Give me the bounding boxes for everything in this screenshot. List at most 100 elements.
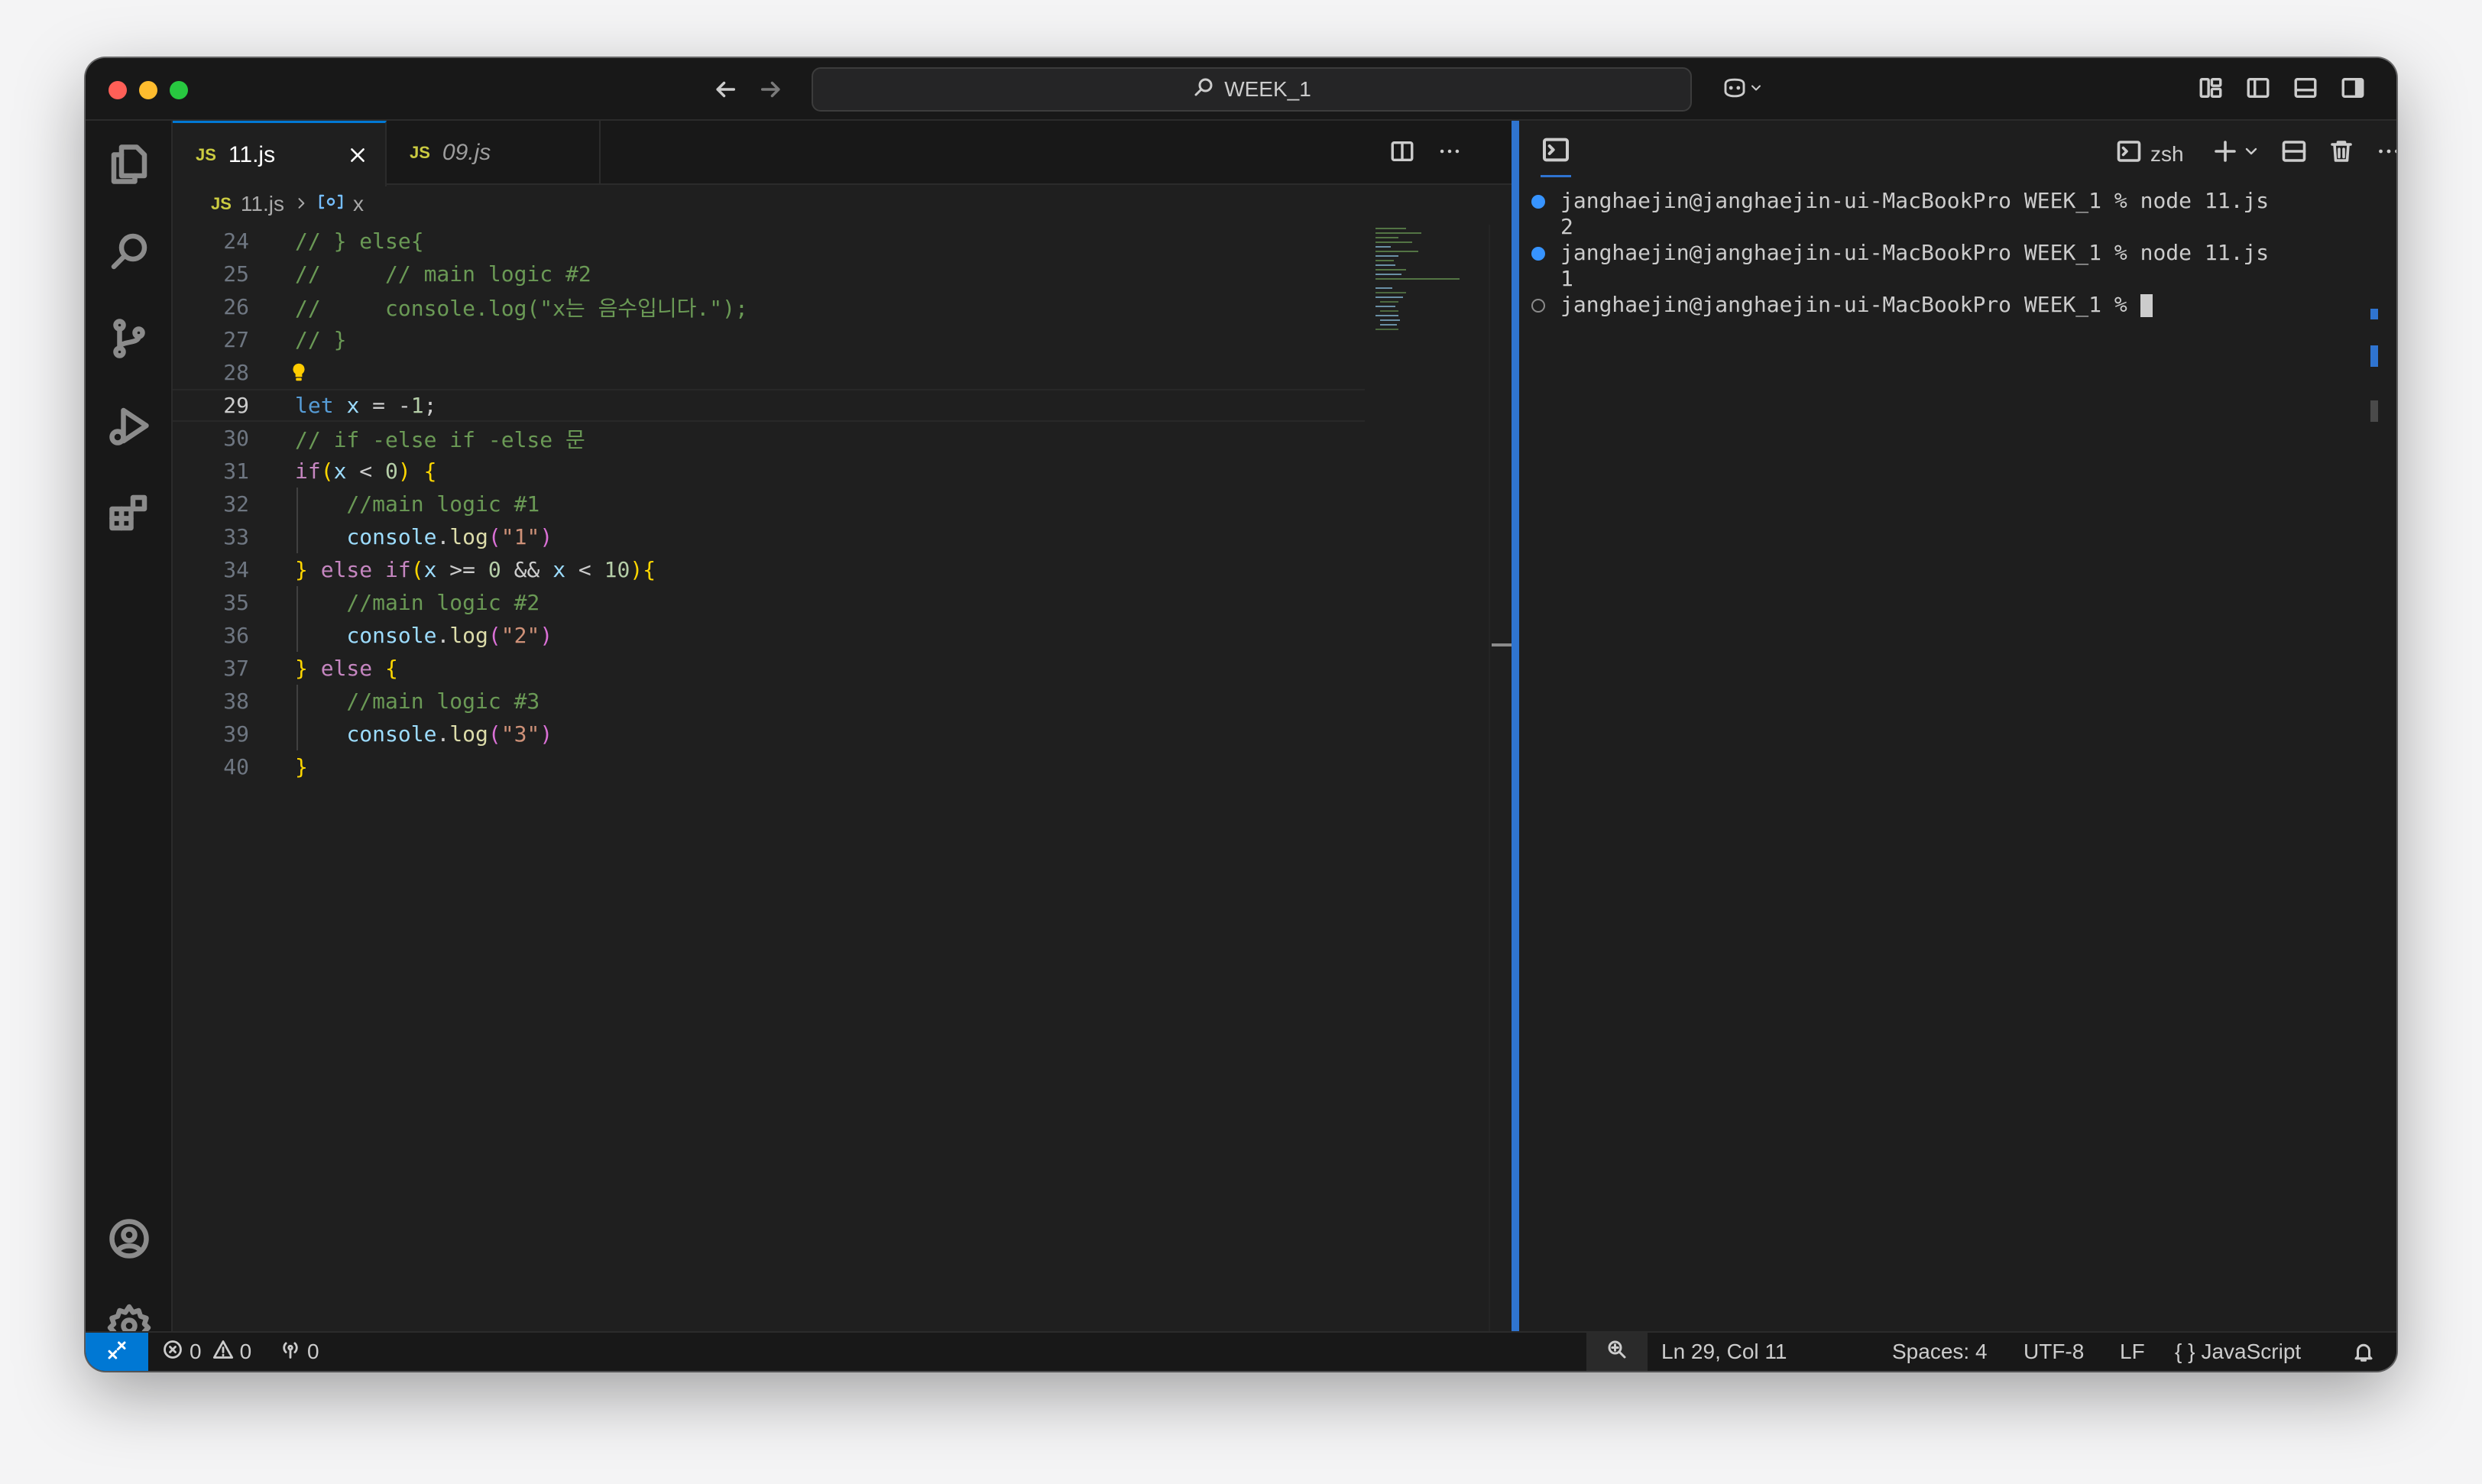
- code-line[interactable]: 37} else {: [173, 652, 1365, 685]
- line-number: 24: [223, 228, 249, 254]
- line-number: 34: [223, 557, 249, 582]
- command-success-marker[interactable]: [1531, 195, 1545, 209]
- code-line[interactable]: 35 //main logic #2: [173, 586, 1365, 619]
- code-line[interactable]: 38 //main logic #3: [173, 685, 1365, 718]
- forward-arrow-icon[interactable]: [752, 70, 790, 109]
- panel-sash[interactable]: [1512, 121, 1519, 1331]
- search-icon[interactable]: [104, 226, 154, 277]
- problems-indicator[interactable]: 0 0: [162, 1333, 251, 1371]
- code-line[interactable]: 32 //main logic #1: [173, 488, 1365, 520]
- copilot-button[interactable]: [1712, 70, 1773, 109]
- broadcast-icon: [280, 1339, 301, 1366]
- notifications-bell-icon[interactable]: [2352, 1333, 2375, 1371]
- encoding[interactable]: UTF-8: [2024, 1333, 2084, 1371]
- terminal-line: janghaejin@janghaejin-ui-MacBookPro WEEK…: [1560, 240, 2270, 265]
- split-editor-icon[interactable]: [1389, 138, 1415, 168]
- code-line[interactable]: 26 // console.log("x는 음수입니다.");: [173, 290, 1365, 323]
- code-line[interactable]: 30 // if -else if -else 문: [173, 422, 1365, 455]
- toggle-panel-button[interactable]: [2286, 70, 2325, 109]
- tab-09-js[interactable]: JS 09.js: [387, 121, 601, 185]
- indentation[interactable]: Spaces: 4: [1892, 1333, 1988, 1371]
- terminal-header: zsh: [1519, 121, 2396, 185]
- split-terminal-icon[interactable]: [2280, 138, 2308, 169]
- trash-icon[interactable]: [2328, 138, 2355, 169]
- toggle-secondary-sidebar-button[interactable]: [2334, 70, 2372, 109]
- lightbulb-icon[interactable]: [287, 361, 310, 389]
- source-control-icon[interactable]: [104, 313, 154, 364]
- zoom-indicator[interactable]: [1586, 1333, 1648, 1371]
- line-number: 40: [223, 754, 249, 779]
- zoom-window-button[interactable]: [170, 81, 188, 99]
- terminal-line: janghaejin@janghaejin-ui-MacBookPro WEEK…: [1560, 188, 2270, 213]
- code-line[interactable]: 36 console.log("2"): [173, 619, 1365, 652]
- explorer-icon[interactable]: [104, 139, 154, 190]
- code-text: // // main logic #2: [295, 261, 591, 287]
- layout-icon: [2198, 75, 2224, 105]
- code-line[interactable]: 27 // }: [173, 323, 1365, 356]
- code-line[interactable]: 29 let x = -1;: [173, 389, 1365, 422]
- code-text: // if -else if -else 문: [295, 426, 585, 452]
- terminal-panel: zsh janghaejin@janghaejin-ui-MacBookPro …: [1519, 121, 2396, 1331]
- command-center-search[interactable]: WEEK_1: [812, 67, 1692, 112]
- editor-scrollbar[interactable]: [1489, 225, 1512, 1331]
- code-line[interactable]: 40}: [173, 750, 1365, 783]
- warning-icon: [212, 1339, 234, 1366]
- code-line[interactable]: 34} else if(x >= 0 && x < 10){: [173, 553, 1365, 586]
- more-actions-icon[interactable]: [2375, 138, 2396, 169]
- activity-bar: [86, 121, 173, 1349]
- code-line[interactable]: 33 console.log("1"): [173, 520, 1365, 553]
- terminal-output[interactable]: janghaejin@janghaejin-ui-MacBookPro WEEK…: [1519, 185, 2396, 1331]
- indent-guide: [296, 520, 298, 553]
- code-editor[interactable]: 24 // } else{ 25 // // main logic #2 26 // co…: [173, 225, 1512, 1331]
- toggle-primary-sidebar-button[interactable]: [2239, 70, 2277, 109]
- run-debug-icon[interactable]: [104, 400, 154, 451]
- code-line[interactable]: 28: [173, 356, 1365, 389]
- remote-indicator[interactable]: [86, 1333, 148, 1371]
- terminal-tab-icon[interactable]: [1541, 134, 1571, 177]
- new-terminal-plus-icon[interactable]: [2211, 138, 2239, 169]
- warning-count: 0: [239, 1340, 252, 1363]
- editor-actions: [1389, 121, 1496, 185]
- javascript-file-icon: JS: [211, 194, 232, 213]
- code-text: //main logic #1: [295, 491, 540, 517]
- code-text: }: [295, 754, 308, 779]
- code-line[interactable]: 39 console.log("3"): [173, 718, 1365, 750]
- indent-guide: [296, 718, 298, 750]
- title-bar: WEEK_1: [86, 58, 2396, 121]
- code-line[interactable]: 25 // // main logic #2: [173, 258, 1365, 290]
- breadcrumb-symbol[interactable]: x: [353, 192, 364, 216]
- customize-layout-button[interactable]: [2192, 70, 2230, 109]
- command-pending-marker[interactable]: [1531, 299, 1545, 313]
- code-text: console.log("1"): [346, 524, 553, 549]
- language-mode[interactable]: { } JavaScript: [2175, 1333, 2301, 1371]
- code-text: console.log("3"): [346, 721, 553, 747]
- line-number: 38: [223, 689, 249, 714]
- back-arrow-icon[interactable]: [706, 70, 744, 109]
- chevron-down-icon[interactable]: [2242, 142, 2260, 164]
- indent-guide: [296, 685, 298, 718]
- command-success-marker[interactable]: [1531, 247, 1545, 261]
- code-text: // }: [295, 327, 347, 352]
- ports-indicator[interactable]: 0: [280, 1333, 319, 1371]
- terminal-shell-selector[interactable]: zsh: [2115, 138, 2184, 170]
- code-line[interactable]: 24 // } else{: [173, 225, 1365, 258]
- close-window-button[interactable]: [109, 81, 127, 99]
- end-of-line[interactable]: LF: [2120, 1333, 2145, 1371]
- tab-11-js[interactable]: JS 11.js: [173, 121, 387, 186]
- accounts-icon[interactable]: [104, 1213, 154, 1264]
- close-icon[interactable]: [344, 141, 371, 169]
- javascript-file-icon: JS: [196, 144, 216, 164]
- more-actions-icon[interactable]: [1437, 138, 1463, 168]
- line-number: 39: [223, 721, 249, 747]
- terminal-line: janghaejin@janghaejin-ui-MacBookPro WEEK…: [1560, 292, 2153, 317]
- minimap[interactable]: [1374, 225, 1466, 347]
- cursor-position[interactable]: Ln 29, Col 11: [1661, 1333, 1787, 1371]
- extensions-icon[interactable]: [104, 488, 154, 538]
- sidebar-right-icon: [2340, 75, 2366, 105]
- terminal-icon: [2115, 138, 2143, 170]
- terminal-cursor: [2140, 294, 2153, 317]
- code-line[interactable]: 31 if(x < 0) {: [173, 455, 1365, 488]
- breadcrumb-file[interactable]: 11.js: [241, 192, 284, 216]
- line-number: 25: [223, 261, 249, 287]
- minimize-window-button[interactable]: [139, 81, 157, 99]
